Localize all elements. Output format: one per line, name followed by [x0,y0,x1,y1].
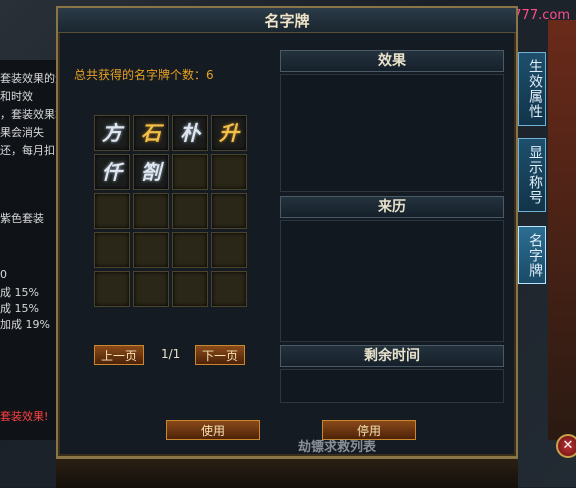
prev-page-button[interactable]: 上一页 [94,345,144,365]
name-plate-glyph [173,272,207,306]
name-plate-glyph [173,233,207,267]
name-plate-glyph [134,233,168,267]
name-plate-slot[interactable]: 方 [94,115,130,151]
background-list-title: 劫镖求救列表 [298,440,377,455]
name-plate-glyph [134,194,168,228]
name-plate-glyph [173,155,207,189]
name-plate-slot[interactable] [172,154,208,190]
name-plate-slot[interactable]: 升 [211,115,247,151]
right-decoration-strip [548,20,576,440]
name-plate-glyph [212,155,246,189]
effect-section-body [280,74,504,192]
name-plate-glyph: 升 [219,121,239,145]
name-plate-glyph: 劄 [141,160,161,184]
name-plate-glyph [95,233,129,267]
name-plate-glyph: 石 [141,121,161,145]
name-plate-slot[interactable]: 劄 [133,154,169,190]
name-plate-slot[interactable] [211,193,247,229]
background-text-line: 成 15% [0,302,39,315]
panel-title: 名字牌 [264,12,310,30]
close-button-secondary[interactable]: ✕ [556,434,576,458]
name-plate-glyph [212,194,246,228]
remaining-time-header: 剩余时间 [280,345,504,367]
tab-name-plate[interactable]: 名字牌 [518,226,546,284]
name-plate-slot[interactable]: 仟 [94,154,130,190]
name-plate-slot[interactable] [172,271,208,307]
name-plate-slot[interactable] [172,232,208,268]
name-plate-slot[interactable] [94,193,130,229]
name-plate-slot[interactable] [211,154,247,190]
name-plate-slot[interactable]: 石 [133,115,169,151]
name-plate-glyph [95,272,129,306]
name-plate-slot[interactable]: 朴 [172,115,208,151]
name-plate-glyph [212,272,246,306]
background-text-line: 0 [0,268,7,281]
name-plate-slot[interactable] [94,271,130,307]
remaining-time-body [280,369,504,403]
total-count-label: 总共获得的名字牌个数：6 [74,68,214,82]
name-plate-slot[interactable] [133,193,169,229]
name-plate-slot[interactable] [211,271,247,307]
name-plate-glyph: 朴 [180,121,200,145]
page-indicator: 1/1 [161,347,181,361]
name-plate-slot[interactable] [172,193,208,229]
name-plate-slot[interactable] [133,232,169,268]
name-plate-glyph [212,233,246,267]
name-plate-glyph [95,194,129,228]
use-button[interactable]: 使用 [166,420,260,440]
name-plate-slot[interactable] [94,232,130,268]
close-icon: ✕ [562,438,574,453]
background-left-panel: 套装效果的资格 和时效 ，套装效果才会 果会消失 还，每月扣多返 紫色套装 0 … [0,60,77,440]
next-page-button[interactable]: 下一页 [195,345,245,365]
name-plate-glyph: 方 [102,121,122,145]
background-text-line: 和时效 [0,90,33,103]
name-plate-glyph: 仟 [102,160,122,184]
background-text-line: 紫色套装 [0,212,44,225]
name-plate-glyph [134,272,168,306]
source-section-header: 来历 [280,196,504,218]
tab-display-title[interactable]: 显示称号 [518,138,546,212]
name-plate-slot[interactable] [211,232,247,268]
name-plate-slot[interactable] [133,271,169,307]
background-text-line: 套装效果! [0,410,49,423]
name-plate-panel: 名字牌 总共获得的名字牌个数：6 方石朴升仟劄 上一页 1/1 下一页 效果 来… [56,6,518,458]
name-plate-glyph [173,194,207,228]
panel-title-bar[interactable]: 名字牌 [58,8,516,33]
tab-effect-attributes[interactable]: 生效属性 [518,52,546,126]
bottom-decoration-strip [56,458,518,488]
background-text-line: 加成 19% [0,318,50,331]
source-section-body [280,220,504,342]
effect-section-header: 效果 [280,50,504,72]
background-text-line: 果会消失 [0,126,44,139]
background-text-line: 成 15% [0,286,39,299]
